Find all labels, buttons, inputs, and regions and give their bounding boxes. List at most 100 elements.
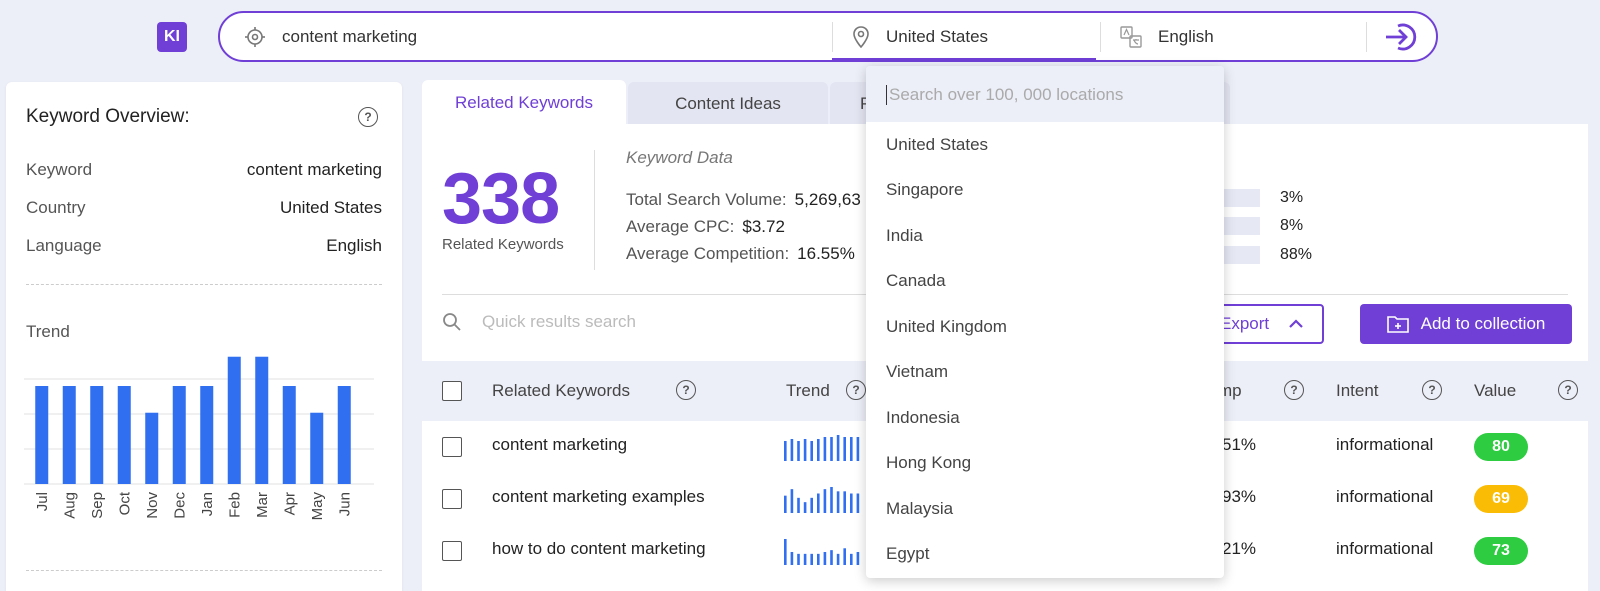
- row-keyword[interactable]: content marketing examples: [492, 487, 705, 507]
- translate-icon: [1120, 25, 1142, 48]
- row-trend-sparkline: [784, 539, 860, 565]
- help-icon[interactable]: ?: [846, 380, 866, 400]
- keyword-overview-panel: Keyword Overview: ? Keyword content mark…: [6, 82, 402, 591]
- help-icon[interactable]: ?: [676, 380, 696, 400]
- sparkline-bar: [836, 491, 840, 513]
- overview-row-country: Country United States: [26, 198, 382, 218]
- trend-month-label: May: [309, 492, 326, 521]
- overview-row-language: Language English: [26, 236, 382, 256]
- sparkline-bar: [850, 553, 853, 565]
- trend-bar[interactable]: [145, 412, 159, 484]
- row-keyword[interactable]: content marketing: [492, 435, 627, 455]
- text-caret: [886, 85, 887, 105]
- trend-bar[interactable]: [172, 386, 186, 484]
- sparkline-bar: [817, 439, 820, 461]
- sparkline-bar: [850, 493, 853, 513]
- overview-label: Keyword: [26, 160, 93, 179]
- location-search-input[interactable]: [889, 85, 1199, 105]
- tab-content-ideas[interactable]: Content Ideas: [628, 82, 828, 126]
- trend-bar[interactable]: [282, 386, 296, 484]
- search-icon: [442, 312, 462, 332]
- trend-bar[interactable]: [337, 386, 351, 484]
- overview-value: English: [326, 236, 382, 255]
- kd-value: 16.55%: [797, 244, 855, 263]
- search-submit-button[interactable]: [1384, 13, 1418, 60]
- kd-value: 5,269,63: [794, 190, 861, 209]
- sparkline-bar: [797, 497, 800, 513]
- language-select[interactable]: English: [1120, 13, 1214, 60]
- row-value-badge: 69: [1474, 485, 1528, 513]
- sparkline-bar: [823, 552, 827, 565]
- location-option[interactable]: United Kingdom: [866, 304, 1224, 350]
- overview-row-keyword: Keyword content marketing: [26, 160, 382, 180]
- related-keywords-count: 338: [442, 159, 560, 239]
- location-option[interactable]: Singapore: [866, 168, 1224, 214]
- select-all-checkbox[interactable]: [442, 381, 462, 401]
- row-checkbox[interactable]: [442, 489, 462, 509]
- keyword-search-value: content marketing: [282, 26, 418, 46]
- help-icon[interactable]: ?: [358, 107, 378, 127]
- location-option[interactable]: Canada: [866, 259, 1224, 305]
- related-keywords-count-label: Related Keywords: [442, 236, 564, 253]
- kd-label: Average CPC:: [626, 217, 735, 236]
- trend-bar[interactable]: [62, 386, 76, 484]
- column-header-intent[interactable]: Intent: [1336, 381, 1379, 401]
- sparkline-bar: [810, 553, 813, 565]
- column-header-value[interactable]: Value: [1474, 381, 1516, 401]
- dashed-divider: [26, 570, 382, 571]
- location-search[interactable]: [866, 66, 1224, 122]
- overview-value: United States: [279, 198, 382, 217]
- sparkline-bar: [856, 552, 860, 565]
- sparkline-bar: [790, 439, 794, 461]
- trend-label: Trend: [26, 322, 70, 341]
- trend-bar[interactable]: [35, 386, 49, 484]
- sparkline-bar: [843, 437, 846, 461]
- row-value-badge: 80: [1474, 433, 1528, 461]
- sparkline-bar: [797, 441, 800, 461]
- row-keyword[interactable]: how to do content marketing: [492, 539, 706, 559]
- location-option[interactable]: Egypt: [866, 532, 1224, 578]
- trend-bar-chart: Jul Aug Sep Oct Nov Dec Jan Feb Mar Apr May Jun: [24, 356, 374, 521]
- location-option[interactable]: Malaysia: [866, 486, 1224, 532]
- trend-bar[interactable]: [227, 356, 241, 484]
- country-select[interactable]: United States: [852, 13, 988, 60]
- location-pin-icon: [852, 25, 870, 48]
- sparkline-bar: [784, 539, 787, 565]
- search-divider: [832, 22, 833, 52]
- location-option[interactable]: Indonesia: [866, 395, 1224, 441]
- help-icon[interactable]: ?: [1422, 380, 1442, 400]
- location-option[interactable]: Hong Kong: [866, 441, 1224, 487]
- keyword-search-field[interactable]: content marketing: [244, 13, 417, 60]
- column-header-keyword[interactable]: Related Keywords: [492, 381, 630, 401]
- country-value: United States: [886, 26, 989, 46]
- trend-bar[interactable]: [255, 356, 269, 484]
- trend-month-label: Mar: [254, 492, 271, 518]
- trend-bar[interactable]: [90, 386, 104, 484]
- location-option[interactable]: Vietnam: [866, 350, 1224, 396]
- column-header-trend[interactable]: Trend: [786, 381, 830, 401]
- keyword-overview-title: Keyword Overview:: [26, 106, 190, 127]
- row-checkbox[interactable]: [442, 541, 462, 561]
- search-divider: [1366, 22, 1367, 52]
- trend-bar[interactable]: [117, 386, 131, 484]
- search-divider: [1100, 22, 1101, 52]
- chevron-up-icon: [1288, 319, 1304, 329]
- add-to-collection-button[interactable]: Add to collection: [1360, 304, 1572, 344]
- sparkline-bar: [823, 437, 827, 461]
- login-arrow-icon: [1384, 22, 1418, 52]
- sparkline-bar: [803, 502, 807, 513]
- location-option[interactable]: United States: [866, 122, 1224, 168]
- country-active-underline: [832, 58, 1096, 60]
- quick-results-search[interactable]: Quick results search: [442, 312, 636, 332]
- sparkline-bar: [810, 497, 813, 513]
- tab-related-keywords[interactable]: Related Keywords: [422, 80, 626, 126]
- help-icon[interactable]: ?: [1558, 380, 1578, 400]
- trend-bar[interactable]: [310, 412, 324, 484]
- location-option[interactable]: India: [866, 213, 1224, 259]
- trend-bar[interactable]: [200, 386, 214, 484]
- sparkline-bar: [830, 550, 833, 565]
- average-cpc: Average CPC: $3.72: [626, 217, 785, 237]
- help-icon[interactable]: ?: [1284, 380, 1304, 400]
- app-logo[interactable]: KI: [157, 22, 187, 52]
- row-checkbox[interactable]: [442, 437, 462, 457]
